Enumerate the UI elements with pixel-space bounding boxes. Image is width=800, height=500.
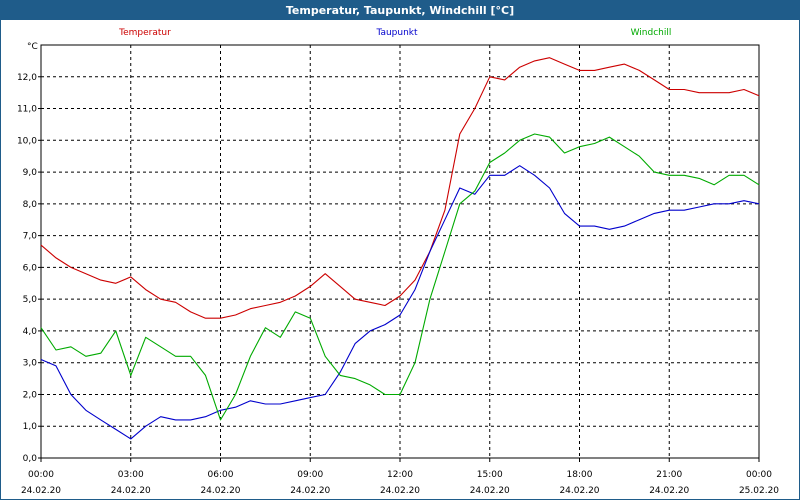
x-tick-date: 24.02.20 xyxy=(470,486,510,496)
x-tick-time: 12:00 xyxy=(387,470,413,480)
x-tick-date: 24.02.20 xyxy=(21,486,61,496)
y-tick-label: 7,0 xyxy=(23,232,38,242)
y-tick-label: 12,0 xyxy=(17,73,37,83)
x-tick-time: 03:00 xyxy=(118,470,144,480)
x-tick-date: 24.02.20 xyxy=(200,486,240,496)
y-tick-label: 1,0 xyxy=(23,422,38,432)
y-tick-label: 5,0 xyxy=(23,295,38,305)
y-tick-label: 6,0 xyxy=(23,263,38,273)
x-tick-time: 18:00 xyxy=(567,470,593,480)
legend-windchill: Windchill xyxy=(631,28,672,38)
y-tick-label: 4,0 xyxy=(23,327,38,337)
x-tick-date: 24.02.20 xyxy=(290,486,330,496)
y-tick-label: 9,0 xyxy=(23,168,38,178)
x-tick-time: 06:00 xyxy=(208,470,234,480)
y-tick-label: 2,0 xyxy=(23,390,38,400)
x-tick-time: 00:00 xyxy=(28,470,54,480)
x-tick-date: 24.02.20 xyxy=(649,486,689,496)
y-tick-label: 0,0 xyxy=(23,454,38,464)
x-tick-time: 21:00 xyxy=(656,470,682,480)
x-tick-date: 24.02.20 xyxy=(559,486,599,496)
x-tick-time: 09:00 xyxy=(297,470,323,480)
series-taupunkt xyxy=(40,165,760,440)
x-tick-date: 24.02.20 xyxy=(380,486,420,496)
y-tick-label: 11,0 xyxy=(17,105,37,115)
x-tick-time: 00:00 xyxy=(746,470,772,480)
y-tick-label: 3,0 xyxy=(23,359,38,369)
y-axis-label: °C xyxy=(27,42,38,52)
chart-window: Temperatur, Taupunkt, Windchill [°C] 0,0… xyxy=(0,0,800,500)
legend-temperatur: Temperatur xyxy=(118,28,171,38)
y-tick-label: 10,0 xyxy=(17,136,37,146)
x-tick-date: 25.02.20 xyxy=(739,486,779,496)
legend-taupunkt: Taupunkt xyxy=(375,28,418,38)
line-chart: 0,0 1,0 2,0 3,0 4,0 5,0 6,0 7,0 8,0 9,0 10,0 11,0 12… xyxy=(17,28,779,496)
x-tick-date: 24.02.20 xyxy=(111,486,151,496)
x-tick-time: 15:00 xyxy=(477,470,503,480)
y-tick-label: 8,0 xyxy=(23,200,38,210)
